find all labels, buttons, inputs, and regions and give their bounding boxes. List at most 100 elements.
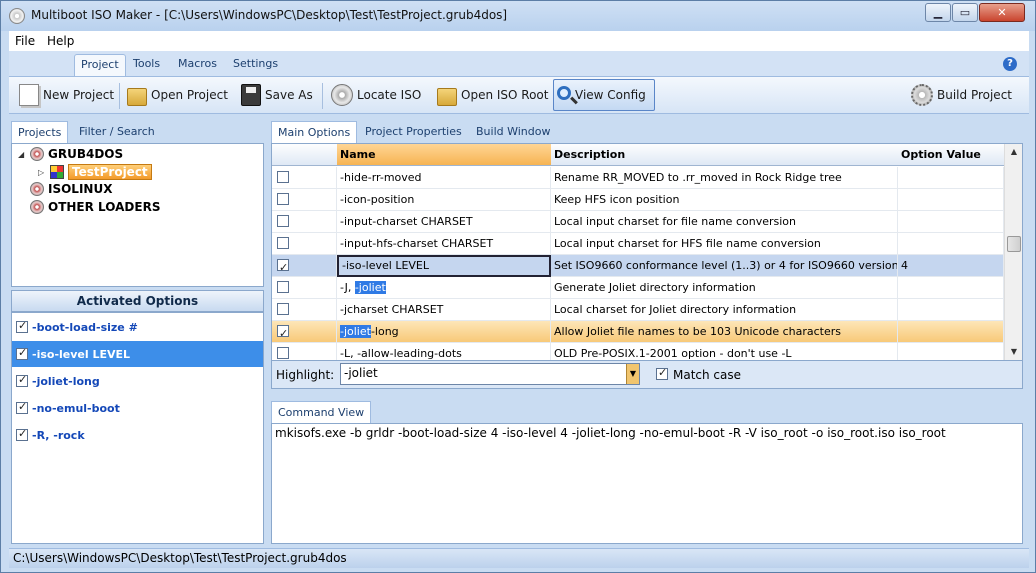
grid-cell-check — [272, 255, 337, 277]
grid-cell-description[interactable]: Rename RR_MOVED to .rr_moved in Rock Rid… — [551, 167, 898, 189]
activated-option-checkbox[interactable] — [16, 346, 28, 360]
option-checkbox[interactable] — [277, 193, 289, 205]
grid-row[interactable]: -jcharset CHARSET Local charset for Jolie… — [272, 299, 1004, 321]
option-checkbox[interactable] — [277, 303, 289, 315]
grid-row[interactable]: -input-hfs-charset CHARSET Local input ch… — [272, 233, 1004, 255]
activated-option-checkbox[interactable] — [16, 319, 28, 333]
scroll-down-icon[interactable]: ▼ — [1005, 344, 1022, 360]
option-checkbox[interactable] — [277, 215, 289, 227]
save-as-button[interactable]: Save As — [237, 79, 317, 111]
activated-option-checkbox[interactable] — [16, 400, 28, 414]
tab-project[interactable]: Project — [74, 54, 126, 77]
grid-row[interactable]: -input-charset CHARSET Local input charse… — [272, 211, 1004, 233]
grid-cell-option-value[interactable] — [898, 167, 1004, 189]
tree-node-other-loaders[interactable]: OTHER LOADERS — [30, 200, 160, 214]
highlight-label: Highlight: — [276, 368, 335, 382]
match-case-label[interactable]: Match case — [673, 368, 741, 382]
option-checkbox[interactable] — [277, 281, 289, 293]
collapse-icon[interactable]: ◢ — [18, 150, 26, 159]
menu-file[interactable]: File — [15, 34, 35, 48]
new-project-button[interactable]: New Project — [15, 79, 118, 111]
tree-node-grub4dos[interactable]: ◢ GRUB4DOS — [18, 147, 123, 161]
grid-row[interactable]: -J, -joliet Generate Joliet directory inf… — [272, 277, 1004, 299]
command-view-text[interactable]: mkisofs.exe -b grldr -boot-load-size 4 -… — [271, 423, 1023, 544]
grid-cell-name[interactable]: -hide-rr-moved — [337, 167, 551, 189]
grid-cell-option-value[interactable] — [898, 189, 1004, 211]
expand-icon[interactable]: ▷ — [38, 168, 46, 177]
tab-projects[interactable]: Projects — [11, 121, 69, 143]
grid-scrollbar[interactable]: ▲ ▼ — [1004, 144, 1022, 360]
grid-cell-description[interactable]: Local input charset for HFS file name co… — [551, 233, 898, 255]
activated-option[interactable]: -no-emul-boot — [12, 395, 263, 421]
option-checkbox[interactable] — [277, 323, 289, 343]
scroll-thumb[interactable] — [1007, 236, 1021, 252]
scroll-up-icon[interactable]: ▲ — [1005, 144, 1022, 160]
grid-cell-name[interactable]: -iso-level LEVEL — [337, 255, 551, 277]
option-checkbox[interactable] — [277, 347, 289, 359]
grid-cell-name[interactable]: -input-hfs-charset CHARSET — [337, 233, 551, 255]
grid-cell-description[interactable]: Local input charset for file name conver… — [551, 211, 898, 233]
minimize-button[interactable]: ▁ — [925, 3, 951, 22]
tab-macros[interactable]: Macros — [178, 57, 217, 70]
grid-cell-name[interactable]: -input-charset CHARSET — [337, 211, 551, 233]
grid-cell-name[interactable]: -joliet-long — [337, 321, 551, 343]
grid-cell-option-value[interactable] — [898, 343, 1004, 360]
grid-header-description-label: Description — [554, 148, 626, 161]
locate-iso-button[interactable]: Locate ISO — [327, 79, 425, 111]
grid-row[interactable]: -L, -allow-leading-dots OLD Pre-POSIX.1-2… — [272, 343, 1004, 360]
grid-cell-name[interactable]: -J, -joliet — [337, 277, 551, 299]
option-checkbox[interactable] — [277, 257, 289, 277]
menu-help[interactable]: Help — [47, 34, 74, 48]
grid-cell-name[interactable]: -L, -allow-leading-dots — [337, 343, 551, 360]
open-iso-root-button[interactable]: Open ISO Root — [433, 79, 552, 111]
tab-main-options[interactable]: Main Options — [271, 121, 358, 143]
activated-option-checkbox[interactable] — [16, 427, 28, 441]
grid-cell-name[interactable]: -icon-position — [337, 189, 551, 211]
grid-header-name[interactable]: Name — [337, 144, 551, 166]
activated-option[interactable]: -joliet-long — [12, 368, 263, 394]
open-project-button[interactable]: Open Project — [123, 79, 232, 111]
grid-cell-option-value[interactable] — [898, 233, 1004, 255]
tab-project-properties[interactable]: Project Properties — [365, 125, 462, 138]
build-project-button[interactable]: Build Project — [907, 79, 1016, 111]
tab-tools[interactable]: Tools — [133, 57, 160, 70]
option-checkbox[interactable] — [277, 237, 289, 249]
help-icon[interactable]: ? — [1003, 57, 1017, 71]
grid-cell-description[interactable]: Local charset for Joliet directory infor… — [551, 299, 898, 321]
grid-row[interactable]: -joliet-longAllow Joliet file names to b… — [272, 321, 1004, 343]
view-config-button[interactable]: View Config — [553, 79, 655, 111]
grid-cell-option-value[interactable] — [898, 299, 1004, 321]
activated-option[interactable]: -boot-load-size # — [12, 314, 263, 340]
grid-row[interactable]: -iso-level LEVELSet ISO9660 conformance … — [272, 255, 1004, 277]
grid-row[interactable]: -icon-position Keep HFS icon position — [272, 189, 1004, 211]
grid-row[interactable]: -hide-rr-moved Rename RR_MOVED to .rr_mov… — [272, 167, 1004, 189]
grid-cell-description[interactable]: Allow Joliet file names to be 103 Unicod… — [551, 321, 898, 343]
chevron-down-icon[interactable]: ▼ — [626, 364, 639, 384]
grid-cell-description[interactable]: OLD Pre-POSIX.1-2001 option - don't use … — [551, 343, 898, 360]
grid-cell-option-value[interactable]: 4 — [898, 255, 1004, 277]
highlight-combobox[interactable]: -joliet ▼ — [340, 363, 640, 385]
grid-header-option-value[interactable]: Option Value — [898, 144, 1004, 166]
grid-cell-description[interactable]: Keep HFS icon position — [551, 189, 898, 211]
tree-node-isolinux[interactable]: ISOLINUX — [30, 182, 112, 196]
grid-cell-description[interactable]: Generate Joliet directory information — [551, 277, 898, 299]
tab-command-view[interactable]: Command View — [271, 401, 372, 423]
activated-option[interactable]: -iso-level LEVEL — [12, 341, 263, 367]
tab-filter-search[interactable]: Filter / Search — [79, 125, 155, 138]
match-case-checkbox[interactable] — [656, 366, 668, 380]
grid-cell-name[interactable]: -jcharset CHARSET — [337, 299, 551, 321]
activated-option[interactable]: -R, -rock — [12, 422, 263, 448]
close-button[interactable]: ✕ — [979, 3, 1025, 22]
activated-option-checkbox[interactable] — [16, 373, 28, 387]
maximize-button[interactable]: ▭ — [952, 3, 978, 22]
grid-header-name-label: Name — [340, 148, 376, 161]
tree-node-testproject[interactable]: ▷ TestProject — [38, 164, 152, 180]
grid-cell-description[interactable]: Set ISO9660 conformance level (1..3) or … — [551, 255, 898, 277]
tab-settings[interactable]: Settings — [233, 57, 278, 70]
grid-cell-option-value[interactable] — [898, 321, 1004, 343]
grid-cell-option-value[interactable] — [898, 277, 1004, 299]
option-checkbox[interactable] — [277, 171, 289, 183]
grid-header-description[interactable]: Description — [551, 144, 898, 166]
grid-cell-option-value[interactable] — [898, 211, 1004, 233]
tab-build-window[interactable]: Build Window — [476, 125, 550, 138]
